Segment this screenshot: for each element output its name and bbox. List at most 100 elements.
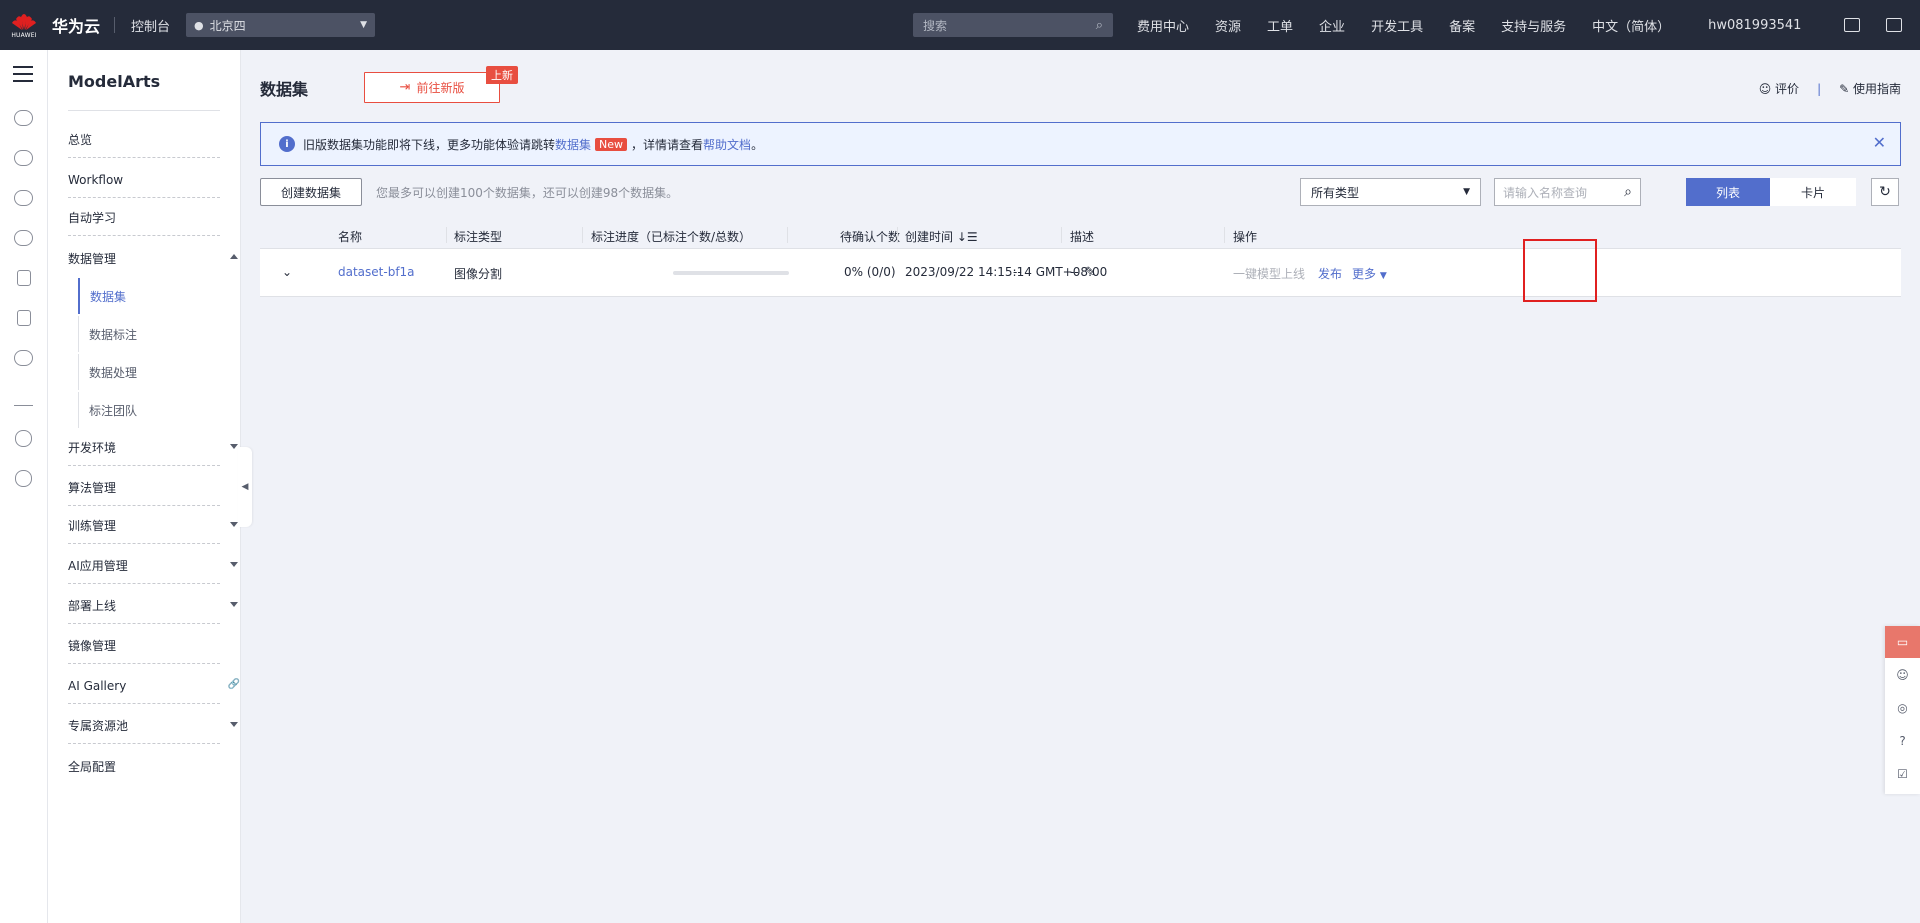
chart-icon[interactable] xyxy=(14,190,33,206)
go-to-new-version-button[interactable]: ⇥ 前往新版 xyxy=(364,72,500,103)
sidebar-item-auto-learning[interactable]: 自动学习 xyxy=(68,200,220,236)
top-nav-links: 费用中心 资源 工单 企业 开发工具 备案 支持与服务 中文（简体） hw081… xyxy=(1137,0,1827,50)
nav-dev-tools[interactable]: 开发工具 xyxy=(1371,16,1423,35)
network-icon[interactable] xyxy=(14,390,33,406)
floating-toolbar: ▭ ☺ ◎ ? ☑ xyxy=(1885,626,1920,794)
datasets-table: 名称 标注类型 标注进度（已标注个数/总数） 待确认个数 创建时间 ↓☰ 描述 … xyxy=(260,221,1901,297)
sidebar-title: ModelArts xyxy=(68,72,161,91)
sidebar-subitem-datasets[interactable]: 数据集 xyxy=(78,278,208,314)
ip-icon[interactable] xyxy=(15,470,32,487)
sidebar-item-training-management[interactable]: 训练管理 xyxy=(68,508,238,544)
console-link[interactable]: 控制台 xyxy=(131,16,170,35)
search-icon[interactable]: ⌕ xyxy=(1096,18,1103,33)
user-account[interactable]: hw081993541 xyxy=(1708,18,1801,33)
cluster-icon[interactable] xyxy=(14,150,33,166)
nav-support[interactable]: 支持与服务 xyxy=(1501,16,1566,35)
customer-service-icon[interactable]: ◎ xyxy=(1885,691,1920,724)
sidebar-subitem-labeling-teams[interactable]: 标注团队 xyxy=(78,392,208,428)
sidebar-item-data-management[interactable]: 数据管理 xyxy=(68,240,238,276)
nav-enterprise[interactable]: 企业 xyxy=(1319,16,1345,35)
sidebar-item-algorithm-management[interactable]: 算法管理 xyxy=(68,470,220,506)
column-header-description: 描述 xyxy=(1070,230,1095,244)
document-icon[interactable] xyxy=(17,270,31,286)
service-icon-rail xyxy=(0,50,48,923)
user-guide-link[interactable]: ✎ 使用指南 xyxy=(1839,80,1901,97)
notice-help-doc-link[interactable]: 帮助文档 xyxy=(703,136,751,153)
cloud-icon[interactable] xyxy=(14,110,33,126)
cloud-server-icon[interactable] xyxy=(14,230,33,246)
list-view-button[interactable]: 列表 xyxy=(1686,178,1770,206)
name-search-input[interactable]: 请输入名称查询 ⌕ xyxy=(1494,178,1641,206)
progress-bar xyxy=(673,271,789,275)
region-selector[interactable]: ● 北京四 ▼ xyxy=(186,13,376,37)
nav-billing-center[interactable]: 费用中心 xyxy=(1137,16,1189,35)
nav-resources[interactable]: 资源 xyxy=(1215,16,1241,35)
sidebar-item-image-management[interactable]: 镜像管理 xyxy=(68,628,220,664)
dataset-name-link[interactable]: dataset-bf1a xyxy=(338,265,415,279)
sidebar-item-label: 总览 xyxy=(68,133,93,147)
sidebar-item-workflow[interactable]: Workflow xyxy=(68,162,220,198)
global-search-input[interactable]: 搜索 ⌕ xyxy=(913,13,1113,37)
sidebar-item-ai-app-management[interactable]: AI应用管理 xyxy=(68,548,238,584)
sidebar-item-label: AI应用管理 xyxy=(68,559,128,573)
sidebar-item-dedicated-resource-pool[interactable]: 专属资源池 xyxy=(68,708,238,744)
column-header-created[interactable]: 创建时间 ↓☰ xyxy=(905,228,978,245)
checklist-icon[interactable]: ☑ xyxy=(1885,757,1920,790)
sidebar-item-ai-gallery[interactable]: AI Gallery 🔗 xyxy=(68,668,240,704)
nav-language[interactable]: 中文（简体） xyxy=(1592,16,1670,35)
hamburger-menu-icon[interactable] xyxy=(13,66,33,87)
new-version-label: 前往新版 xyxy=(416,81,465,95)
deprecation-notice: i 旧版数据集功能即将下线，更多功能体验请跳转 数据集 New ，详情请查看 帮… xyxy=(260,122,1901,166)
sidebar-item-label: 镜像管理 xyxy=(68,639,117,653)
chevron-down-icon: ▼ xyxy=(1379,271,1387,281)
notice-dataset-link[interactable]: 数据集 xyxy=(555,136,591,153)
sidebar-subitem-data-labeling[interactable]: 数据标注 xyxy=(78,316,208,352)
feedback-chat-icon[interactable]: ▭ xyxy=(1885,626,1920,658)
cloud-upload-icon[interactable] xyxy=(14,350,33,366)
sidebar-item-overview[interactable]: 总览 xyxy=(68,122,220,158)
publish-action[interactable]: 发布 xyxy=(1318,265,1342,282)
more-label: 更多 xyxy=(1352,267,1377,281)
create-dataset-button[interactable]: 创建数据集 xyxy=(260,178,362,206)
expand-row-icon[interactable]: ⌄ xyxy=(282,265,292,279)
card-view-button[interactable]: 卡片 xyxy=(1770,178,1856,206)
sort-icon[interactable]: ↓☰ xyxy=(957,230,978,244)
top-navigation-bar: HUAWEI 华为云 控制台 ● 北京四 ▼ 搜索 ⌕ 费用中心 资源 工单 企… xyxy=(0,0,1920,50)
smile-feedback-icon[interactable]: ☺ xyxy=(1885,658,1920,691)
rate-label: 评价 xyxy=(1775,82,1800,96)
search-icon[interactable]: ⌕ xyxy=(1624,184,1632,200)
sidebar-item-label: AI Gallery xyxy=(68,678,127,693)
sidebar-item-deployment[interactable]: 部署上线 xyxy=(68,588,238,624)
sidebar-subitem-data-processing[interactable]: 数据处理 xyxy=(78,354,208,390)
guide-label: 使用指南 xyxy=(1852,82,1901,96)
modelarts-sidebar: ModelArts 总览 Workflow 自动学习 数据管理 数据集 数据标注… xyxy=(48,50,241,923)
nav-tickets[interactable]: 工单 xyxy=(1267,16,1293,35)
globe-icon[interactable] xyxy=(15,430,32,447)
huawei-flower-icon xyxy=(12,14,36,30)
sidebar-item-global-config[interactable]: 全局配置 xyxy=(68,748,220,784)
quota-text: 您最多可以创建100个数据集，还可以创建98个数据集。 xyxy=(376,186,679,200)
divider xyxy=(897,227,898,243)
page-header-links: ☺ 评价 | ✎ 使用指南 xyxy=(1759,80,1901,97)
type-filter-select[interactable]: 所有类型 ▼ xyxy=(1300,178,1481,206)
refresh-icon[interactable]: ↻ xyxy=(1871,178,1899,206)
huawei-logo[interactable]: HUAWEI xyxy=(0,0,48,50)
column-header-label-type: 标注类型 xyxy=(454,230,503,244)
more-actions-dropdown[interactable]: 更多 ▼ xyxy=(1352,265,1387,282)
file-icon[interactable] xyxy=(17,310,31,326)
rate-link[interactable]: ☺ 评价 xyxy=(1759,80,1799,97)
edit-icon[interactable]: ✎ xyxy=(1085,265,1096,280)
nav-icp-filing[interactable]: 备案 xyxy=(1449,16,1475,35)
type-filter-value: 所有类型 xyxy=(1311,185,1360,200)
brand-name[interactable]: 华为云 xyxy=(52,13,100,37)
help-icon[interactable]: ? xyxy=(1885,724,1920,757)
description-value: -- xyxy=(1070,265,1079,279)
terminal-icon[interactable] xyxy=(1844,18,1860,32)
sidebar-item-dev-environment[interactable]: 开发环境 xyxy=(68,430,238,466)
main-content: 数据集 ⇥ 前往新版 上新 ☺ 评价 | ✎ 使用指南 i 旧版数据集功能即将下… xyxy=(241,50,1920,923)
search-placeholder: 搜索 xyxy=(923,18,948,33)
mail-icon[interactable] xyxy=(1886,18,1902,32)
sidebar-item-label: 部署上线 xyxy=(68,599,117,613)
close-icon[interactable]: ✕ xyxy=(1873,133,1886,152)
description-cell: -- ✎ xyxy=(1070,265,1096,280)
